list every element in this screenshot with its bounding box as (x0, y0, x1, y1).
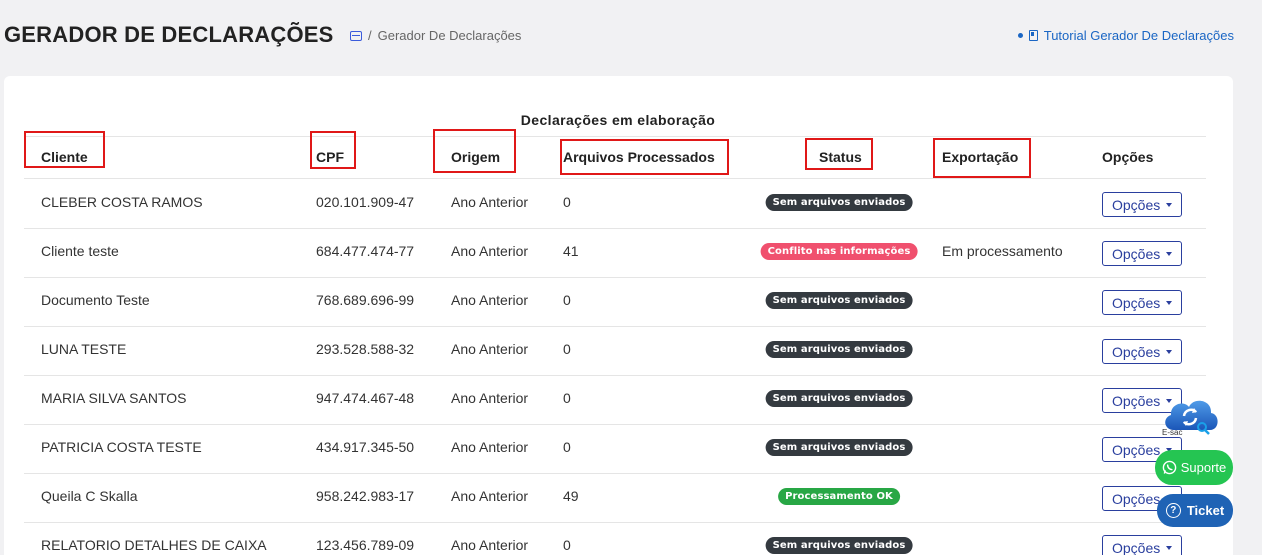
cell-cpf: 947.474.467-48 (316, 390, 415, 406)
cell-origem: Ano Anterior (451, 390, 529, 406)
breadcrumb-current: Gerador De Declarações (377, 28, 522, 43)
cell-cpf: 434.917.345-50 (316, 439, 415, 455)
caret-down-icon (1166, 300, 1173, 305)
help-icon: ? (1165, 503, 1181, 518)
table-row: MARIA SILVA SANTOS 947.474.467-48 Ano Ante… (24, 376, 1206, 425)
highlight-box-status (805, 138, 873, 170)
opcoes-dropdown-button[interactable]: Opções (1102, 339, 1183, 364)
cell-arquivos: 49 (563, 488, 579, 504)
whatsapp-icon (1162, 460, 1177, 475)
cell-cpf: 684.477.474-77 (316, 243, 415, 259)
status-badge: Sem arquivos enviados (765, 292, 913, 309)
highlight-box-exportacao (933, 138, 1031, 178)
cell-exportacao: Em processamento (942, 243, 1063, 259)
highlight-box-cliente (24, 131, 105, 168)
highlight-box-arquivos (560, 139, 729, 175)
tutorial-label[interactable]: Tutorial Gerador De Declarações (1044, 28, 1234, 43)
suporte-label[interactable]: Suporte (1181, 460, 1227, 475)
status-badge: Sem arquivos enviados (765, 439, 913, 456)
opcoes-label: Opções (1112, 343, 1161, 360)
caret-down-icon (1166, 202, 1173, 207)
cell-cpf: 768.689.696-99 (316, 292, 415, 308)
cell-cliente: MARIA SILVA SANTOS (41, 390, 187, 406)
cell-cpf: 293.528.588-32 (316, 341, 415, 357)
cell-arquivos: 0 (563, 439, 571, 455)
opcoes-label: Opções (1112, 441, 1161, 458)
table-row: CLEBER COSTA RAMOS 020.101.909-47 Ano Ante… (24, 180, 1206, 229)
opcoes-dropdown-button[interactable]: Opções (1102, 241, 1183, 266)
status-badge: Sem arquivos enviados (765, 341, 913, 358)
status-badge: Sem arquivos enviados (765, 537, 913, 554)
opcoes-label: Opções (1112, 294, 1161, 311)
cell-arquivos: 0 (563, 537, 571, 553)
cell-origem: Ano Anterior (451, 488, 529, 504)
cell-origem: Ano Anterior (451, 194, 529, 210)
cell-cpf: 123.456.789-09 (316, 537, 415, 553)
opcoes-dropdown-button[interactable]: Opções (1102, 535, 1183, 555)
cell-arquivos: 0 (563, 292, 571, 308)
opcoes-label: Opções (1112, 539, 1161, 555)
cell-origem: Ano Anterior (451, 243, 529, 259)
cell-cliente: RELATORIO DETALHES DE CAIXA (41, 537, 267, 553)
table-row: Queila C Skalla 958.242.983-17 Ano Anterio… (24, 474, 1206, 523)
cell-cliente: Cliente teste (41, 243, 119, 259)
opcoes-label: Opções (1112, 196, 1161, 213)
cell-arquivos: 0 (563, 341, 571, 357)
cell-cliente: Queila C Skalla (41, 488, 138, 504)
tutorial-link[interactable]: Tutorial Gerador De Declarações (1017, 28, 1234, 43)
status-badge: Processamento OK (778, 488, 900, 505)
cell-cpf: 958.242.983-17 (316, 488, 415, 504)
cell-arquivos: 0 (563, 194, 571, 210)
status-badge: Sem arquivos enviados (765, 194, 913, 211)
cell-origem: Ano Anterior (451, 292, 529, 308)
table-row: LUNA TESTE 293.528.588-32 Ano Anterior 0 Sem… (24, 327, 1206, 376)
breadcrumb-separator: / (368, 28, 372, 43)
cell-cliente: CLEBER COSTA RAMOS (41, 194, 203, 210)
ticket-label[interactable]: Ticket (1187, 503, 1224, 518)
table-row: PATRICIA COSTA TESTE 434.917.345-50 Ano An… (24, 425, 1206, 474)
table-caption: Declarações em elaboração (520, 112, 716, 128)
opcoes-label: Opções (1112, 392, 1161, 409)
cell-cliente: LUNA TESTE (41, 341, 127, 357)
book-icon (1028, 30, 1038, 41)
cell-cliente: PATRICIA COSTA TESTE (41, 439, 202, 455)
highlight-box-cpf (310, 131, 356, 169)
bullet-icon (1017, 33, 1023, 38)
ticket-button[interactable]: ? Ticket (1157, 494, 1233, 527)
opcoes-label: Opções (1112, 245, 1161, 262)
opcoes-label: Opções (1112, 490, 1161, 507)
highlight-box-origem (433, 129, 516, 173)
esac-label: E-sac (1162, 428, 1183, 437)
opcoes-dropdown-button[interactable]: Opções (1102, 192, 1183, 217)
card-icon[interactable] (350, 30, 362, 41)
table-row: Documento Teste 768.689.696-99 Ano Anterio… (24, 278, 1206, 327)
breadcrumb: / Gerador De Declarações (350, 28, 521, 43)
caret-down-icon (1166, 349, 1173, 354)
cell-origem: Ano Anterior (451, 341, 529, 357)
table-row: RELATORIO DETALHES DE CAIXA 123.456.789-0… (24, 523, 1206, 555)
caret-down-icon (1166, 545, 1173, 550)
cell-cliente: Documento Teste (41, 292, 150, 308)
cell-arquivos: 41 (563, 243, 579, 259)
suporte-button[interactable]: Suporte (1155, 450, 1233, 485)
cell-arquivos: 0 (563, 390, 571, 406)
status-badge: Conflito nas informações (760, 243, 918, 260)
table-row: Cliente teste 684.477.474-77 Ano Anterior 4… (24, 229, 1206, 278)
caret-down-icon (1166, 251, 1173, 256)
col-opcoes: Opções (1102, 149, 1154, 165)
cell-origem: Ano Anterior (451, 537, 529, 553)
page-title: GERADOR DE DECLARAÇÕES (4, 22, 334, 47)
opcoes-dropdown-button[interactable]: Opções (1102, 290, 1183, 315)
status-badge: Sem arquivos enviados (765, 390, 913, 407)
cell-cpf: 020.101.909-47 (316, 194, 415, 210)
cell-origem: Ano Anterior (451, 439, 529, 455)
